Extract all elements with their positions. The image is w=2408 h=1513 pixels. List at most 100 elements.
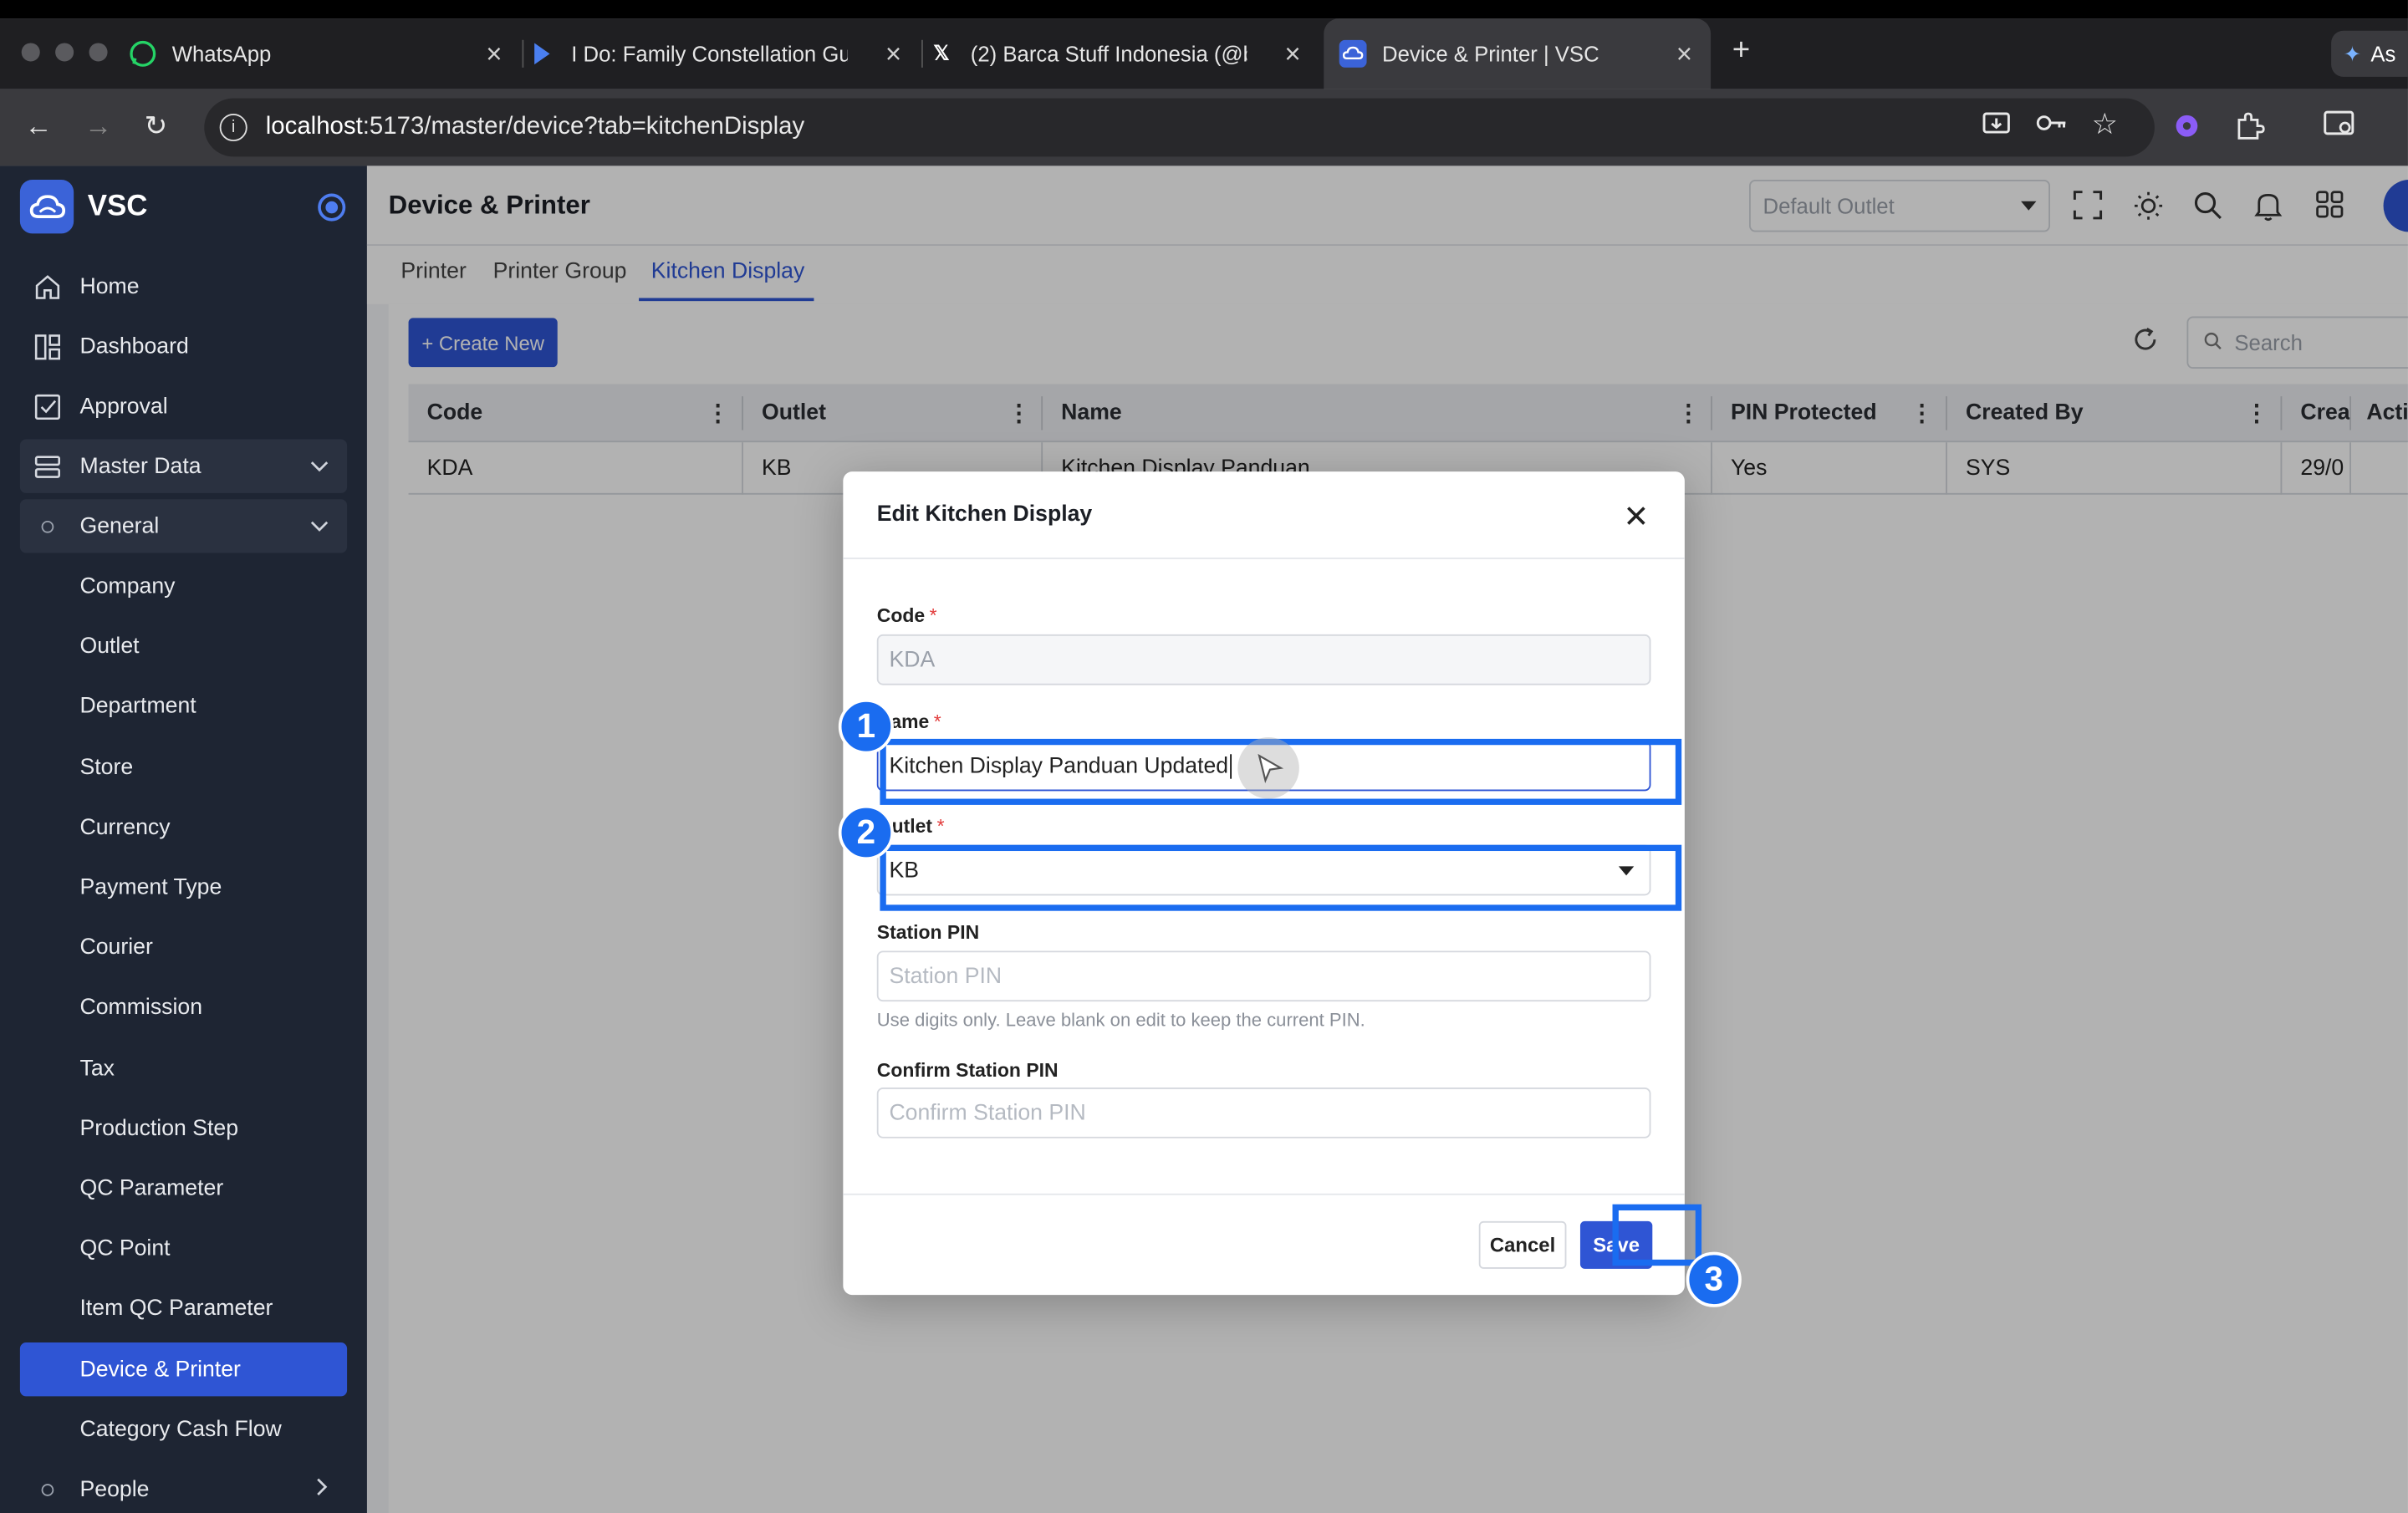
tab-divider [522,39,524,68]
new-tab-icon[interactable]: + [1732,33,1750,69]
confirm-pin-label: Confirm Station PIN [876,1059,1059,1082]
code-value: KDA [889,647,936,672]
sidebar-collapse-icon[interactable] [318,193,346,222]
station-pin-field[interactable]: Station PIN [876,950,1651,1002]
window-minimize-button[interactable] [55,43,74,62]
sidebar-item-master-data[interactable]: Master Data [19,439,348,493]
sidebar-item-payment-type[interactable]: Payment Type [20,860,347,914]
sidebar-item-qc-parameter[interactable]: QC Parameter [20,1161,347,1215]
reload-icon[interactable]: ↻ [145,110,168,143]
sidebar-item-label: Payment Type [79,874,222,899]
sidebar-item-currency[interactable]: Currency [20,800,347,853]
x-logo-icon: 𝕏 [933,41,950,65]
station-pin-label: Station PIN [876,921,980,944]
key-icon[interactable] [2036,110,2067,143]
circle-icon [33,520,64,532]
sidebar-item-commission[interactable]: Commission [20,980,347,1033]
close-icon[interactable]: × [1676,38,1692,70]
bookmark-star-icon[interactable]: ☆ [2092,108,2118,143]
app-logo [19,179,74,234]
close-icon[interactable]: × [486,38,502,70]
station-pin-placeholder: Station PIN [889,964,1002,989]
app-name: VSC [87,190,148,223]
window-close-button[interactable] [21,43,40,62]
tab-divider [921,39,923,68]
tab-title: WhatsApp [171,41,272,67]
mouse-pointer-icon [1237,737,1299,799]
forward-arrow-icon[interactable]: → [84,110,112,143]
sidebar-item-tax[interactable]: Tax [20,1042,347,1095]
sidebar-item-qc-point[interactable]: QC Point [20,1221,347,1275]
url-path: :5173/master/device?tab=kitchenDisplay [362,113,805,140]
sidebar-item-label: Tax [79,1056,115,1081]
sidebar-item-label: General [79,513,160,539]
url-bar[interactable]: i localhost:5173/master/device?tab=kitch… [204,98,2155,157]
browser-tab-whatsapp[interactable]: WhatsApp × [129,18,520,89]
sidebar-item-company[interactable]: Company [20,559,347,613]
sidebar-item-people[interactable]: People [20,1462,347,1513]
required-asterisk: * [936,815,945,838]
confirm-pin-field[interactable]: Confirm Station PIN [876,1088,1651,1139]
code-label: Code * [877,605,937,627]
site-info-icon[interactable]: i [219,113,247,142]
sidebar-item-label: Master Data [79,454,202,479]
modal-header-divider [843,558,1685,559]
sidebar-item-courier[interactable]: Courier [20,920,347,974]
dashboard-icon [33,333,64,360]
back-arrow-icon[interactable]: ← [24,110,52,143]
sidebar-item-general[interactable]: General [19,499,348,553]
sidebar-item-department[interactable]: Department [20,679,347,732]
side-pill-label: As [2370,41,2396,67]
side-panel-pill[interactable]: ✦ As [2331,30,2408,77]
sidebar-item-dashboard[interactable]: Dashboard [20,319,347,373]
sidebar-item-label: People [79,1476,150,1502]
close-icon[interactable]: × [1284,38,1300,70]
sidebar-item-label: Item QC Parameter [79,1296,273,1321]
extension-gear-icon[interactable] [2171,110,2202,149]
install-app-icon[interactable] [1982,110,2013,145]
sidebar-item-label: Production Step [79,1116,239,1141]
extensions-puzzle-icon[interactable] [2234,110,2265,149]
chevron-right-icon [316,1478,329,1501]
sidebar-item-label: Approval [79,394,168,419]
tab-title: I Do: Family Constellation Gui [571,41,848,67]
sidebar-item-home[interactable]: Home [20,260,347,313]
sidebar-item-label: Device & Printer [79,1357,241,1382]
browser-tab-barca[interactable]: 𝕏 (2) Barca Stuff Indonesia (@b × [927,18,1319,89]
sidebar-item-category-cash-flow[interactable]: Category Cash Flow [20,1403,347,1456]
sidebar-item-outlet[interactable]: Outlet [20,619,347,673]
sidebar-item-label: Dashboard [79,334,189,359]
sidebar-item-label: Outlet [79,634,140,659]
browser-tab-active[interactable]: Device & Printer | VSC × [1324,18,1712,89]
sidebar-item-item-qc-parameter[interactable]: Item QC Parameter [20,1281,347,1335]
highlight-box-2 [880,844,1682,911]
code-label-text: Code [876,605,926,627]
sidebar-item-label: Store [79,755,134,780]
database-icon [33,454,64,478]
cancel-button[interactable]: Cancel [1478,1220,1567,1269]
station-pin-helper: Use digits only. Leave blank on edit to … [876,1009,1365,1032]
sidebar-item-production-step[interactable]: Production Step [20,1102,347,1155]
sidebar-item-label: Home [79,274,140,299]
whatsapp-icon [129,40,156,68]
tab-title: (2) Barca Stuff Indonesia (@b [970,41,1247,67]
chevron-down-icon [310,516,329,537]
sidebar-item-label: Department [79,693,196,719]
url-text: localhost:5173/master/device?tab=kitchen… [266,114,804,141]
browser-tab-family[interactable]: I Do: Family Constellation Gui × [528,18,920,89]
code-field: KDA [876,634,1651,685]
close-icon[interactable]: ✕ [1623,497,1649,536]
sidebar-item-device-printer[interactable]: Device & Printer [19,1342,348,1397]
close-icon[interactable]: × [885,38,901,70]
chevron-down-icon [310,456,329,477]
required-asterisk: * [929,605,937,627]
cloud-icon [28,194,65,218]
top-strip [0,0,2408,19]
url-host: localhost [265,113,363,140]
sidebar-item-approval[interactable]: Approval [20,380,347,433]
cloud-icon [1339,39,1367,68]
step-badge-1: 1 [838,699,894,755]
sidebar-item-store[interactable]: Store [20,741,347,794]
window-zoom-button[interactable] [89,43,108,62]
reading-mode-icon[interactable] [2324,110,2357,145]
